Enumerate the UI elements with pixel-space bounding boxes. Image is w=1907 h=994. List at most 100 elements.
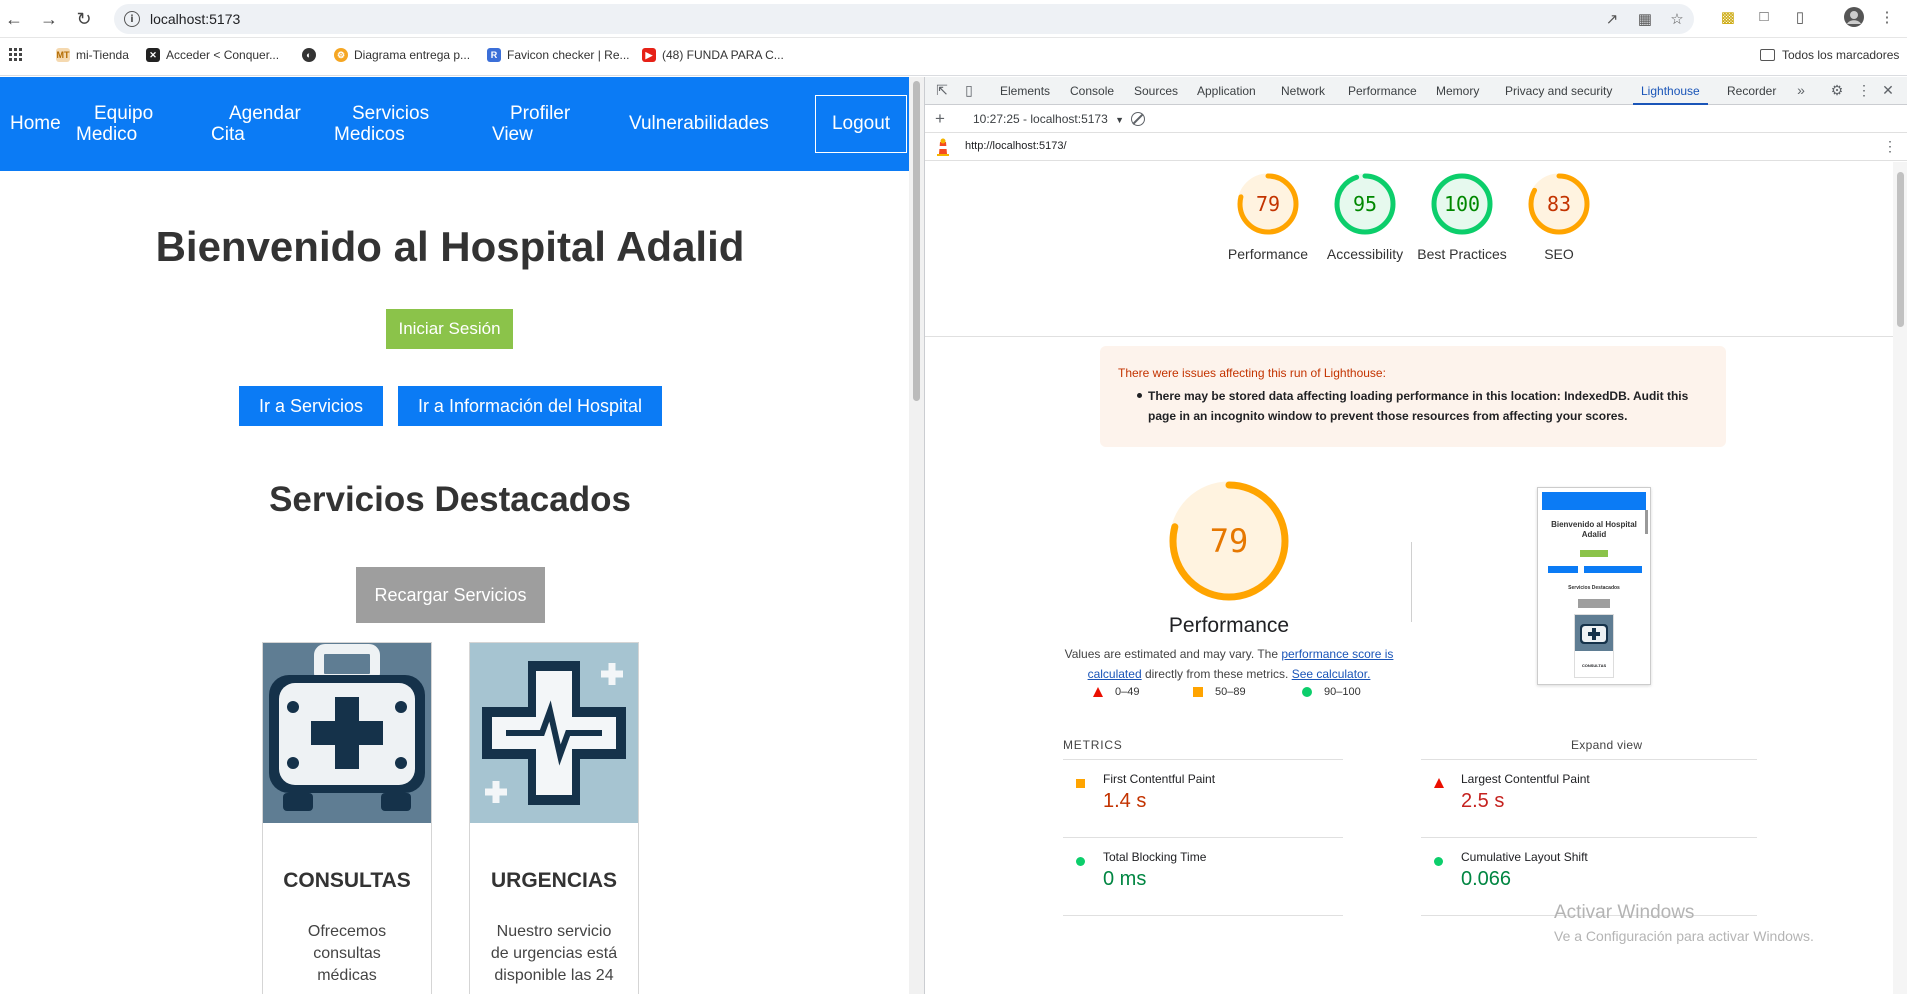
address-url[interactable]: localhost:5173 <box>150 11 240 27</box>
close-devtools-icon[interactable]: ✕ <box>1879 82 1897 99</box>
reload-icon[interactable]: ↻ <box>70 5 98 33</box>
apps-grid-icon[interactable] <box>9 48 23 62</box>
report-selector[interactable]: 10:27:25 - localhost:5173 ▼ <box>973 112 1124 126</box>
score-gauge-accessibility[interactable]: 95 Accessibility <box>1327 172 1403 262</box>
extension-icon[interactable]: ▩ <box>1717 8 1739 26</box>
thumb-login-button <box>1580 550 1608 557</box>
legend-fail: 0–49 <box>1093 686 1139 698</box>
green-circle-icon <box>1302 687 1312 697</box>
tab-recorder[interactable]: Recorder <box>1727 84 1776 98</box>
report-url[interactable]: http://localhost:5173/ <box>965 140 1067 152</box>
reload-services-button[interactable]: Recargar Servicios <box>356 567 545 623</box>
r-favicon-icon: R <box>487 48 501 62</box>
clear-reports-icon[interactable] <box>1131 112 1145 126</box>
open-in-app-icon[interactable]: ↗ <box>1602 10 1622 28</box>
score-gauge-performance[interactable]: 79 Performance <box>1228 172 1308 262</box>
site-info-icon[interactable]: i <box>124 11 140 27</box>
profile-avatar-icon[interactable] <box>1843 7 1865 31</box>
login-button[interactable]: Iniciar Sesión <box>386 309 513 349</box>
section-divider <box>1411 542 1412 622</box>
forward-icon[interactable]: → <box>35 5 63 33</box>
globe-favicon-icon: ◐ <box>302 48 316 62</box>
tab-privacy-security[interactable]: Privacy and security <box>1505 84 1612 98</box>
bookmark-youtube[interactable]: ▶ (48) FUNDA PARA C... <box>642 48 784 62</box>
service-card-consultas[interactable]: CONSULTAS Ofrecemos consultas médicas <box>262 642 432 994</box>
score-gauge-best-practices[interactable]: 100 Best Practices <box>1417 172 1507 262</box>
metric-divider <box>1063 915 1343 916</box>
report-scroll-thumb[interactable] <box>1897 172 1904 327</box>
more-tabs-chevron-icon[interactable]: » <box>1792 82 1810 98</box>
bookmark-acceder[interactable]: ✕ Acceder < Conquer... <box>146 48 279 62</box>
tab-network[interactable]: Network <box>1281 84 1325 98</box>
gauges-divider <box>925 336 1893 337</box>
report-menu-icon[interactable]: ⋮ <box>1883 138 1897 155</box>
featured-services-title: Servicios Destacados <box>269 480 631 519</box>
metric-divider <box>1421 759 1757 760</box>
bookmark-diagrama[interactable]: ⚙ Diagrama entrega p... <box>334 48 470 62</box>
tab-lighthouse[interactable]: Lighthouse <box>1633 84 1708 105</box>
new-report-plus-icon[interactable]: + <box>931 109 949 129</box>
performance-score-large: 79 <box>1209 522 1249 560</box>
warning-box: There were issues affecting this run of … <box>1100 346 1726 447</box>
tab-performance[interactable]: Performance <box>1348 84 1417 98</box>
tab-elements[interactable]: Elements <box>1000 84 1050 98</box>
page-title: Bienvenido al Hospital Adalid <box>155 223 745 270</box>
nav-vulnerabilidades[interactable]: Vulnerabilidades <box>629 113 769 134</box>
thumb-reload-button <box>1578 599 1610 608</box>
bookmark-favicon-checker[interactable]: R Favicon checker | Re... <box>487 48 630 62</box>
orange-square-icon <box>1076 775 1085 793</box>
card-description: Nuestro servicio de urgencias está dispo… <box>490 923 618 984</box>
web-page: Home Equipo Medico Agendar Cita Servicio… <box>0 77 909 994</box>
nav-agendar-cita[interactable]: Agendar Cita <box>211 103 301 145</box>
legend-pass: 90–100 <box>1302 686 1361 698</box>
nav-servicios-medicos[interactable]: Servicios Medicos <box>334 103 429 145</box>
page-scroll-thumb[interactable] <box>913 81 920 401</box>
expand-view-button[interactable]: Expand view <box>1571 738 1642 752</box>
address-bar[interactable]: i localhost:5173 ↗ ▦ ☆ <box>114 4 1694 34</box>
report-scrollbar[interactable] <box>1893 162 1907 994</box>
thumb-services-button <box>1548 566 1578 573</box>
lighthouse-logo-icon <box>935 138 951 161</box>
extensions-puzzle-icon[interactable]: ▯ <box>1789 8 1811 26</box>
tab-console[interactable]: Console <box>1070 84 1114 98</box>
report-url-bar: http://localhost:5173/ ⋮ <box>925 133 1907 161</box>
nav-home[interactable]: Home <box>10 113 61 134</box>
score-value: 100 <box>1443 192 1481 216</box>
bookmarks-bar: MT mi-Tienda ✕ Acceder < Conquer... ◐ ⚙ Dia… <box>0 38 1907 76</box>
settings-gear-icon[interactable]: ⚙ <box>1828 82 1846 99</box>
screenshot-icon[interactable]: □ <box>1753 8 1775 25</box>
performance-gauge-large: 79 <box>1167 479 1291 603</box>
menu-kebab-icon[interactable]: ⋮ <box>1876 8 1898 26</box>
bookmark-mi-tienda[interactable]: MT mi-Tienda <box>56 48 129 62</box>
windows-activation-subtitle: Ve a Configuración para activar Windows. <box>1554 928 1814 944</box>
bookmark-globe[interactable]: ◐ <box>302 48 322 62</box>
score-gauge-seo[interactable]: 83 SEO <box>1527 172 1591 262</box>
page-screenshot-thumbnail[interactable]: Bienvenido al Hospital Adalid Servicios … <box>1537 487 1651 685</box>
back-icon[interactable]: ← <box>0 5 28 33</box>
hospital-info-button[interactable]: Ir a Información del Hospital <box>398 386 662 426</box>
score-label: Best Practices <box>1417 246 1507 262</box>
device-toolbar-icon[interactable]: ▯ <box>960 82 978 99</box>
tab-sources[interactable]: Sources <box>1134 84 1178 98</box>
nav-profiler-view[interactable]: Profiler View <box>492 103 570 145</box>
see-calculator-link[interactable]: See calculator. <box>1292 667 1371 681</box>
logout-button[interactable]: Logout <box>815 95 907 153</box>
warning-title: There were issues affecting this run of … <box>1118 366 1386 380</box>
page-scrollbar[interactable] <box>909 77 924 994</box>
score-label: Accessibility <box>1326 246 1404 262</box>
nav-equipo-medico[interactable]: Equipo Medico <box>76 103 153 145</box>
green-circle-icon <box>1434 853 1443 871</box>
folder-icon <box>1760 49 1775 61</box>
inspect-element-icon[interactable]: ⇱ <box>933 82 951 99</box>
services-button[interactable]: Ir a Servicios <box>239 386 383 426</box>
score-label: Performance <box>1227 246 1309 262</box>
bookmark-star-icon[interactable]: ☆ <box>1667 10 1687 28</box>
service-card-urgencias[interactable]: URGENCIAS Nuestro servicio de urgencias … <box>469 642 639 994</box>
lighthouse-report: 79 Performance 95 Accessibility 100 Best Prac… <box>925 162 1893 994</box>
tab-memory[interactable]: Memory <box>1436 84 1479 98</box>
metric-divider <box>1063 837 1343 838</box>
translate-icon[interactable]: ▦ <box>1635 10 1655 28</box>
all-bookmarks[interactable]: Todos los marcadores <box>1760 48 1899 62</box>
devtools-menu-icon[interactable]: ⋮ <box>1855 82 1873 99</box>
tab-application[interactable]: Application <box>1197 84 1256 98</box>
